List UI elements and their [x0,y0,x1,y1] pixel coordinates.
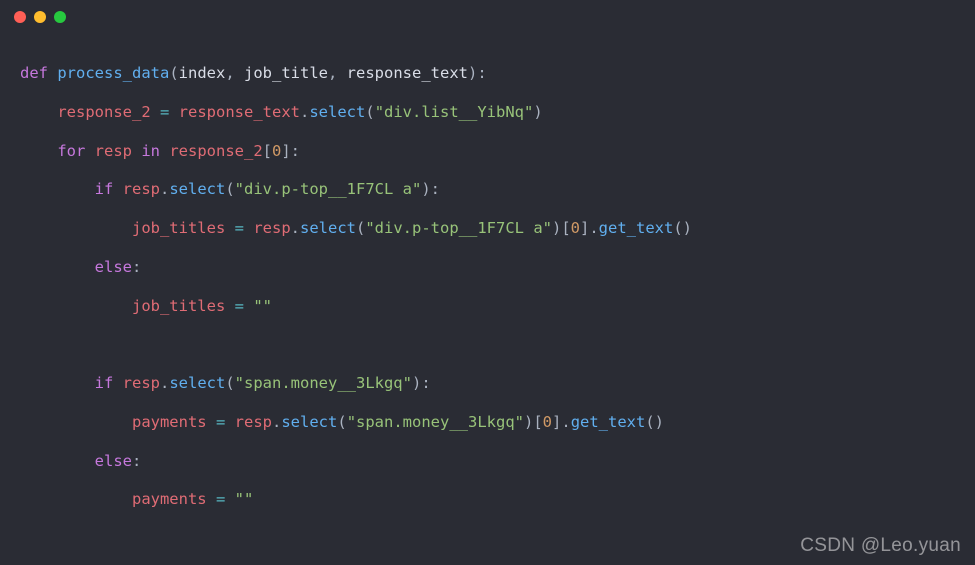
line: if resp.select("div.p-top__1F7CL a"): [20,180,440,198]
line: job_titles = "" [20,297,272,315]
maximize-icon[interactable] [54,11,66,23]
titlebar [0,0,975,34]
line: job_titles = resp.select("div.p-top__1F7… [20,219,692,237]
blank-line [20,529,29,547]
line: else: [20,258,141,276]
code-block: def process_data(index, job_title, respo… [0,34,975,565]
line: def process_data(index, job_title, respo… [20,64,487,82]
line: payments = "" [20,490,253,508]
line: for resp in response_2[0]: [20,142,300,160]
code-window: def process_data(index, job_title, respo… [0,0,975,565]
line: if resp.select("span.money__3Lkgq"): [20,374,431,392]
blank-line [20,335,29,353]
line: payments = resp.select("span.money__3Lkg… [20,413,664,431]
minimize-icon[interactable] [34,11,46,23]
watermark: CSDN @Leo.yuan [800,535,961,557]
line: else: [20,452,141,470]
line: response_2 = response_text.select("div.l… [20,103,543,121]
close-icon[interactable] [14,11,26,23]
